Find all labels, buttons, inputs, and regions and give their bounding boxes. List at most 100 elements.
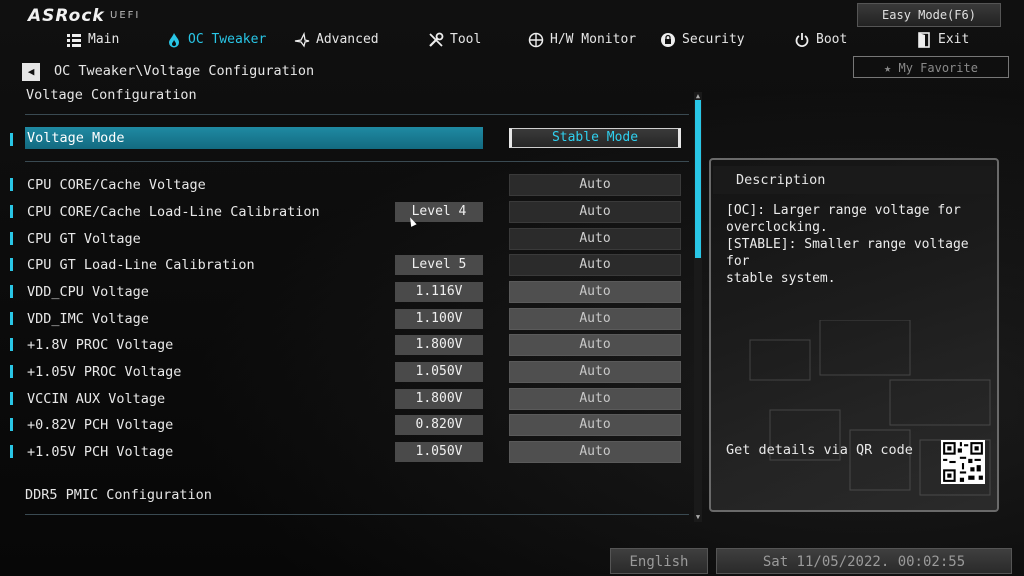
- setting-row-1-05v-pch-voltage[interactable]: +1.05V PCH Voltage 1.050V Auto: [10, 439, 686, 465]
- exit-icon: [918, 32, 930, 48]
- row-marker: [10, 205, 13, 218]
- setting-row-vdd-imc-voltage[interactable]: VDD_IMC Voltage 1.100V Auto: [10, 306, 686, 332]
- page-title: Voltage Configuration: [26, 87, 197, 103]
- setting-value[interactable]: Auto: [509, 174, 681, 196]
- current-voltage-readout: 0.820V: [395, 415, 483, 435]
- current-voltage-readout: 1.050V: [395, 442, 483, 462]
- setting-row-0-82v-pch-voltage[interactable]: +0.82V PCH Voltage 0.820V Auto: [10, 412, 686, 438]
- setting-value[interactable]: Auto: [509, 228, 681, 250]
- voltage-mode-value[interactable]: Stable Mode: [509, 128, 681, 148]
- tab-security-label: Security: [682, 32, 745, 47]
- row-marker: [10, 258, 13, 271]
- divider: [25, 114, 689, 115]
- setting-row-1-05v-proc-voltage[interactable]: +1.05V PROC Voltage 1.050V Auto: [10, 359, 686, 385]
- back-arrow-icon: ◀: [27, 65, 35, 78]
- setting-value[interactable]: Auto: [509, 361, 681, 383]
- setting-label: VDD_CPU Voltage: [27, 284, 149, 300]
- description-title: Description: [736, 172, 826, 188]
- ddr5-pmic-configuration-link[interactable]: DDR5 PMIC Configuration: [25, 487, 212, 503]
- row-marker: [10, 445, 13, 458]
- row-marker: [10, 338, 13, 351]
- setting-label: VDD_IMC Voltage: [27, 311, 149, 327]
- setting-label: CPU GT Load-Line Calibration: [27, 257, 255, 273]
- setting-label: CPU GT Voltage: [27, 231, 141, 247]
- tab-advanced[interactable]: Advanced: [294, 28, 379, 52]
- list-icon: [67, 34, 81, 47]
- setting-value[interactable]: Auto: [509, 201, 681, 223]
- tab-main[interactable]: Main: [66, 28, 119, 52]
- tab-hw-monitor[interactable]: H/W Monitor: [528, 28, 636, 52]
- star-plane-icon: [294, 32, 310, 48]
- voltage-mode-label: Voltage Mode: [27, 130, 125, 146]
- easy-mode-button[interactable]: Easy Mode(F6): [857, 3, 1001, 27]
- asrock-logo: ASRock: [28, 6, 105, 26]
- setting-value[interactable]: Auto: [509, 334, 681, 356]
- voltage-mode-row[interactable]: Voltage Mode Stable Mode: [10, 127, 686, 153]
- row-marker: [10, 133, 13, 146]
- setting-value[interactable]: Auto: [509, 281, 681, 303]
- setting-row-vccin-aux-voltage[interactable]: VCCIN AUX Voltage 1.800V Auto: [10, 386, 686, 412]
- crosshair-icon: [528, 32, 544, 48]
- setting-value[interactable]: Auto: [509, 441, 681, 463]
- my-favorite-button[interactable]: ★ My Favorite: [853, 56, 1009, 78]
- tab-tool[interactable]: Tool: [428, 28, 481, 52]
- tab-boot-label: Boot: [816, 32, 848, 47]
- divider: [25, 161, 689, 162]
- tab-advanced-label: Advanced: [316, 32, 379, 47]
- breadcrumb: OC Tweaker\Voltage Configuration: [54, 63, 315, 79]
- back-button[interactable]: ◀: [22, 63, 40, 81]
- setting-row-cpu-core-cache-llc[interactable]: CPU CORE/Cache Load-Line Calibration Lev…: [10, 199, 686, 225]
- setting-value[interactable]: Auto: [509, 414, 681, 436]
- setting-label: CPU CORE/Cache Load-Line Calibration: [27, 204, 320, 220]
- current-voltage-readout: 1.800V: [395, 389, 483, 409]
- row-marker: [10, 232, 13, 245]
- current-voltage-readout: 1.800V: [395, 335, 483, 355]
- row-marker: [10, 392, 13, 405]
- setting-value[interactable]: Auto: [509, 254, 681, 276]
- row-marker: [10, 178, 13, 191]
- current-voltage-readout: 1.050V: [395, 362, 483, 382]
- current-voltage-readout: 1.100V: [395, 309, 483, 329]
- setting-value[interactable]: Auto: [509, 308, 681, 330]
- setting-label: +1.8V PROC Voltage: [27, 337, 174, 353]
- datetime-display[interactable]: Sat 11/05/2022. 00:02:55: [716, 548, 1012, 574]
- power-icon: [795, 33, 809, 47]
- setting-row-cpu-core-cache-voltage[interactable]: CPU CORE/Cache Voltage Auto: [10, 172, 686, 198]
- setting-row-cpu-gt-voltage[interactable]: CPU GT Voltage Auto: [10, 226, 686, 252]
- top-navigation: Main OC Tweaker Advanced Tool H/W Monito…: [0, 28, 1024, 54]
- setting-row-cpu-gt-llc[interactable]: CPU GT Load-Line Calibration Level 5 Aut…: [10, 252, 686, 278]
- scroll-up-arrow-icon[interactable]: ▲: [694, 92, 702, 100]
- current-level-readout: Level 5: [395, 255, 483, 275]
- setting-value[interactable]: Auto: [509, 388, 681, 410]
- row-marker: [10, 365, 13, 378]
- tab-oc-tweaker[interactable]: OC Tweaker: [166, 28, 266, 52]
- tab-tool-label: Tool: [450, 32, 482, 47]
- row-marker: [10, 312, 13, 325]
- tab-boot[interactable]: Boot: [794, 28, 847, 52]
- tools-icon: [429, 32, 444, 47]
- my-favorite-label: My Favorite: [898, 61, 978, 75]
- divider: [25, 514, 689, 515]
- tab-exit-label: Exit: [938, 32, 970, 47]
- setting-label: +0.82V PCH Voltage: [27, 417, 174, 433]
- qr-code-label: Get details via QR code: [726, 442, 913, 458]
- setting-row-vdd-cpu-voltage[interactable]: VDD_CPU Voltage 1.116V Auto: [10, 279, 686, 305]
- tab-security[interactable]: Security: [660, 28, 745, 52]
- setting-label: VCCIN AUX Voltage: [27, 391, 166, 407]
- qr-code-icon: [941, 440, 985, 484]
- language-button[interactable]: English: [610, 548, 708, 574]
- shield-icon: [661, 33, 675, 47]
- row-marker: [10, 418, 13, 431]
- star-icon: ★: [884, 61, 899, 75]
- scroll-down-arrow-icon[interactable]: ▼: [694, 513, 702, 521]
- tab-exit[interactable]: Exit: [916, 28, 969, 52]
- description-text: [OC]: Larger range voltage for overclock…: [726, 203, 969, 286]
- setting-row-1-8v-proc-voltage[interactable]: +1.8V PROC Voltage 1.800V Auto: [10, 332, 686, 358]
- flame-icon: [169, 33, 179, 48]
- setting-label: +1.05V PCH Voltage: [27, 444, 174, 460]
- setting-label: CPU CORE/Cache Voltage: [27, 177, 206, 193]
- setting-label: +1.05V PROC Voltage: [27, 364, 182, 380]
- scrollbar-thumb[interactable]: [695, 100, 701, 258]
- tab-main-label: Main: [88, 32, 120, 47]
- uefi-label: UEFI: [110, 10, 141, 21]
